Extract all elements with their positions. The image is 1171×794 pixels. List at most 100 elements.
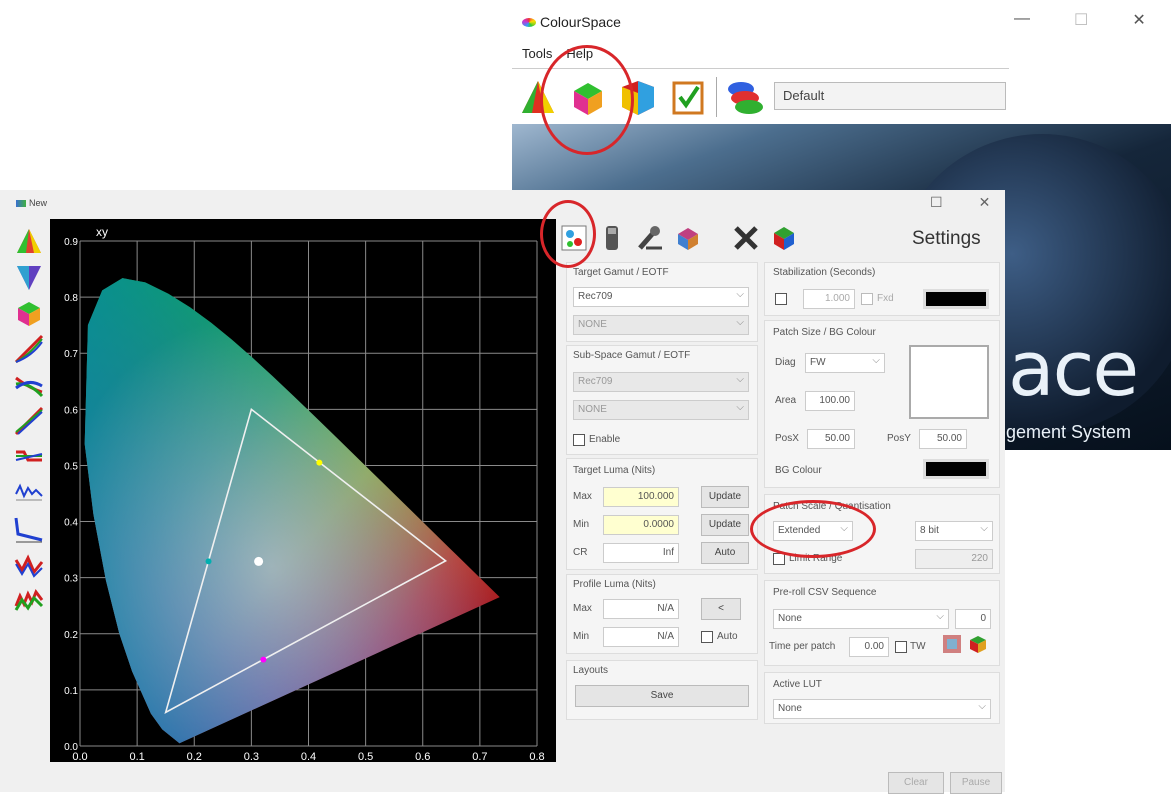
fixed-checkbox[interactable] bbox=[861, 293, 873, 305]
rgb-error-icon[interactable] bbox=[12, 548, 46, 581]
patch-preview bbox=[909, 345, 989, 419]
target-gamut-label: Target Gamut / EOTF bbox=[573, 267, 669, 278]
chart-title: xy bbox=[96, 225, 108, 239]
colour-disks-icon[interactable] bbox=[723, 75, 767, 119]
preroll-count-input[interactable]: 0 bbox=[955, 609, 991, 629]
cube-tool-icon[interactable] bbox=[12, 296, 46, 329]
maximize-button[interactable]: ☐ bbox=[1074, 10, 1088, 30]
target-gamut-select[interactable]: Rec709 bbox=[573, 287, 749, 307]
profile-max-label: Max bbox=[573, 603, 592, 614]
cr-label: CR bbox=[573, 547, 588, 558]
close-button[interactable]: ✕ bbox=[1132, 10, 1145, 30]
auto-button[interactable]: Auto bbox=[701, 542, 749, 564]
profile-max-input[interactable]: N/A bbox=[603, 599, 679, 619]
subspace-enable-checkbox[interactable] bbox=[573, 434, 585, 446]
cr-input[interactable]: Inf bbox=[603, 543, 679, 563]
stabilization-checkbox[interactable] bbox=[775, 293, 787, 305]
x-tick-label: 0.1 bbox=[129, 751, 144, 762]
annotation-circle bbox=[540, 45, 634, 155]
tools-icon[interactable] bbox=[634, 222, 666, 254]
y-tick-label: 0.8 bbox=[64, 293, 78, 304]
subspace-gamut-select[interactable]: Rec709 bbox=[573, 372, 749, 392]
colour-cube-icon[interactable] bbox=[768, 222, 800, 254]
preroll-select[interactable]: None bbox=[773, 609, 949, 629]
minimize-button[interactable]: — bbox=[1014, 10, 1030, 30]
rgb-balance-icon[interactable] bbox=[12, 368, 46, 401]
colourspace-logo-icon bbox=[522, 17, 536, 27]
delta-error-icon[interactable] bbox=[12, 476, 46, 509]
eotf-curve-icon[interactable] bbox=[12, 440, 46, 473]
layouts-label: Layouts bbox=[573, 665, 609, 676]
close-button[interactable]: ✕ bbox=[979, 194, 991, 211]
diag-label: Diag bbox=[775, 357, 796, 368]
posx-input[interactable]: 50.00 bbox=[807, 429, 855, 449]
rgb-wave-icon[interactable] bbox=[12, 584, 46, 617]
profile-min-label: Min bbox=[573, 631, 590, 642]
cie-chart-tool-icon[interactable] bbox=[12, 224, 46, 257]
target-eotf-select[interactable]: NONE bbox=[573, 315, 749, 335]
lut-cube-icon[interactable] bbox=[672, 222, 704, 254]
banner-text: ace bbox=[1008, 324, 1139, 413]
profile-copy-button[interactable]: < bbox=[701, 598, 741, 620]
clear-button[interactable]: Clear bbox=[888, 772, 944, 794]
stabilization-colour-swatch[interactable] bbox=[923, 289, 989, 309]
target-min-input[interactable]: 0.0000 bbox=[603, 515, 679, 535]
profile-auto-label: Auto bbox=[717, 631, 738, 642]
preroll-label: Pre-roll CSV Sequence bbox=[773, 587, 877, 598]
maximize-button[interactable]: ☐ bbox=[930, 194, 943, 211]
luminance-icon[interactable] bbox=[12, 512, 46, 545]
active-lut-select[interactable]: None bbox=[773, 699, 991, 719]
chart-point bbox=[205, 558, 212, 565]
x-tick-label: 0.3 bbox=[244, 751, 259, 762]
subspace-eotf-select[interactable]: NONE bbox=[573, 400, 749, 420]
annotation-circle bbox=[540, 200, 596, 268]
y-tick-label: 0.4 bbox=[64, 518, 78, 529]
x-tick-label: 0.5 bbox=[358, 751, 373, 762]
x-tick-label: 0.7 bbox=[472, 751, 487, 762]
target-gamut-group: Target Gamut / EOTF Rec709 NONE bbox=[566, 262, 758, 342]
posy-input[interactable]: 50.00 bbox=[919, 429, 967, 449]
limit-range-checkbox[interactable] bbox=[773, 553, 785, 565]
linear-curve-icon[interactable] bbox=[12, 404, 46, 437]
cie-chart: 0.0 0.1 0.2 0.3 0.4 0.5 0.6 0.7 0.8 0.0 0.1 0.2 0.3 0… bbox=[50, 219, 556, 763]
tw-checkbox[interactable] bbox=[895, 641, 907, 653]
settings-title: Settings bbox=[912, 228, 981, 249]
y-tick-label: 0.2 bbox=[64, 630, 78, 641]
spectral-locus bbox=[84, 278, 500, 744]
stabilization-input[interactable]: 1.000 bbox=[803, 289, 855, 309]
chart-point bbox=[254, 556, 264, 566]
area-input[interactable]: 100.00 bbox=[805, 391, 855, 411]
target-luma-group: Target Luma (Nits) Max 100.000 Update Mi… bbox=[566, 458, 758, 570]
patch-sequence-icon[interactable] bbox=[941, 633, 965, 657]
patch-size-group: Patch Size / BG Colour Diag FW Area 100.… bbox=[764, 320, 1000, 488]
sequence-cube-icon[interactable] bbox=[967, 633, 991, 657]
update-min-button[interactable]: Update bbox=[701, 514, 749, 536]
chart-point bbox=[260, 656, 267, 663]
posx-label: PosX bbox=[775, 433, 799, 444]
posy-label: PosY bbox=[887, 433, 911, 444]
gamma-curve-icon[interactable] bbox=[12, 332, 46, 365]
chart-point bbox=[316, 459, 323, 466]
checklist-icon[interactable] bbox=[666, 75, 710, 119]
profile-auto-checkbox[interactable] bbox=[701, 631, 713, 643]
menu-tools[interactable]: Tools bbox=[522, 46, 552, 61]
update-max-button[interactable]: Update bbox=[701, 486, 749, 508]
target-max-input[interactable]: 100.000 bbox=[603, 487, 679, 507]
preset-field[interactable]: Default bbox=[774, 82, 1006, 110]
stabilization-label: Stabilization (Seconds) bbox=[773, 267, 876, 278]
graph-tool-strip bbox=[12, 224, 46, 617]
active-lut-label: Active LUT bbox=[773, 679, 822, 690]
probe-icon[interactable] bbox=[596, 222, 628, 254]
chart-svg: 0.0 0.1 0.2 0.3 0.4 0.5 0.6 0.7 0.80.00.10.20.30… bbox=[64, 225, 545, 763]
save-layout-button[interactable]: Save bbox=[575, 685, 749, 707]
pause-button[interactable]: Pause bbox=[950, 772, 1002, 794]
bit-depth-select[interactable]: 8 bit bbox=[915, 521, 993, 541]
diag-select[interactable]: FW bbox=[805, 353, 885, 373]
bg-colour-swatch[interactable] bbox=[923, 459, 989, 479]
disconnect-icon[interactable] bbox=[730, 222, 762, 254]
triangle-tool-icon[interactable] bbox=[12, 260, 46, 293]
time-per-patch-input[interactable]: 0.00 bbox=[849, 637, 889, 657]
limit-range-input[interactable]: 220 bbox=[915, 549, 993, 569]
annotation-circle bbox=[750, 500, 876, 558]
profile-min-input[interactable]: N/A bbox=[603, 627, 679, 647]
